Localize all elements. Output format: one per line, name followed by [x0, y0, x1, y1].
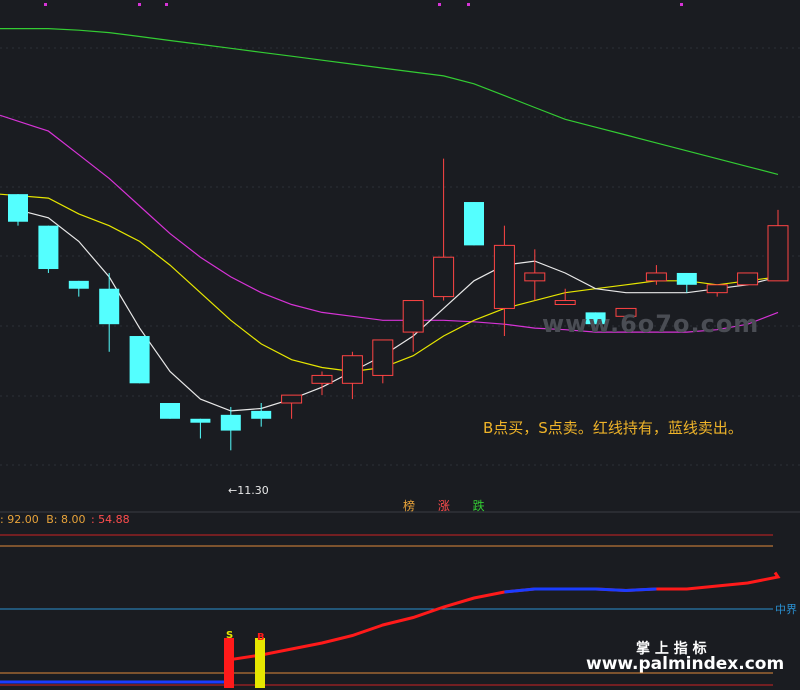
candle — [737, 272, 759, 286]
b-value: B: 8.00 — [46, 513, 86, 526]
candle — [524, 249, 546, 301]
top-marker-dots — [44, 3, 683, 6]
low-price-marker: ←11.30 — [228, 484, 269, 497]
candle-body — [99, 288, 120, 325]
candle-body — [464, 202, 484, 246]
candle-body — [554, 300, 576, 305]
candle — [129, 336, 150, 384]
grid-lines — [0, 47, 800, 466]
s-signal-bar — [224, 638, 234, 688]
candle-body — [402, 300, 424, 333]
candle-body — [220, 414, 241, 431]
candle — [493, 225, 515, 337]
candle-body — [311, 374, 333, 384]
candle — [281, 394, 303, 419]
tab-rise[interactable]: 涨 — [438, 497, 469, 514]
candle-body — [190, 418, 211, 423]
tab-fall[interactable]: 跌 — [473, 499, 485, 513]
candle — [99, 272, 120, 352]
tab-rank[interactable]: 榜 — [403, 497, 434, 514]
indicator-header: : 92.00 B: 8.00 : 54.88 — [0, 513, 130, 526]
candle-body — [68, 280, 89, 289]
strategy-note: B点买，S点卖。红线持有，蓝线卖出。 — [483, 419, 743, 437]
chart-canvas: ←11.30 S B 中界 — [0, 3, 800, 688]
candle — [706, 284, 728, 297]
candle — [464, 202, 484, 246]
ma-long-line — [0, 28, 779, 175]
candle — [38, 225, 59, 273]
candle — [341, 351, 363, 400]
candle-body — [281, 394, 303, 404]
candle-body — [524, 272, 546, 282]
mid-level-label: 中界 — [775, 603, 797, 616]
s-value: : 92.00 — [0, 513, 39, 526]
candle-body — [341, 355, 363, 384]
candle — [402, 300, 424, 352]
candle — [68, 280, 89, 297]
candle — [160, 403, 180, 419]
candle — [190, 418, 211, 439]
mid-value: : 54.88 — [90, 513, 130, 526]
candle — [767, 209, 789, 282]
candle-body — [676, 272, 697, 285]
candle — [311, 371, 333, 396]
site-watermark: www.6o7o.com — [542, 310, 760, 338]
candle-body — [645, 272, 667, 282]
ranking-tabs: 榜 涨 跌 — [403, 497, 485, 514]
candle — [372, 339, 394, 384]
candle — [220, 406, 241, 451]
candle-body — [767, 225, 789, 282]
candle-body — [706, 284, 728, 294]
brand-url: www.palmindex.com — [586, 654, 785, 674]
candle — [554, 288, 576, 305]
candle-body — [372, 339, 394, 376]
signal-bars: S B — [224, 630, 265, 688]
s-signal-label: S — [226, 630, 233, 641]
b-signal-label: B — [257, 632, 265, 643]
candle-body — [129, 336, 150, 384]
sell-line-segment — [504, 587, 657, 594]
candle — [433, 158, 455, 301]
candle — [8, 194, 28, 226]
candle-body — [737, 272, 759, 286]
candle-body — [8, 194, 28, 222]
candle-body — [38, 225, 59, 270]
candle — [676, 272, 697, 293]
candle-body — [493, 244, 515, 309]
candle-body — [433, 256, 455, 298]
candle-body — [160, 403, 180, 419]
b-signal-bar — [255, 638, 265, 688]
candle-body — [251, 410, 272, 419]
